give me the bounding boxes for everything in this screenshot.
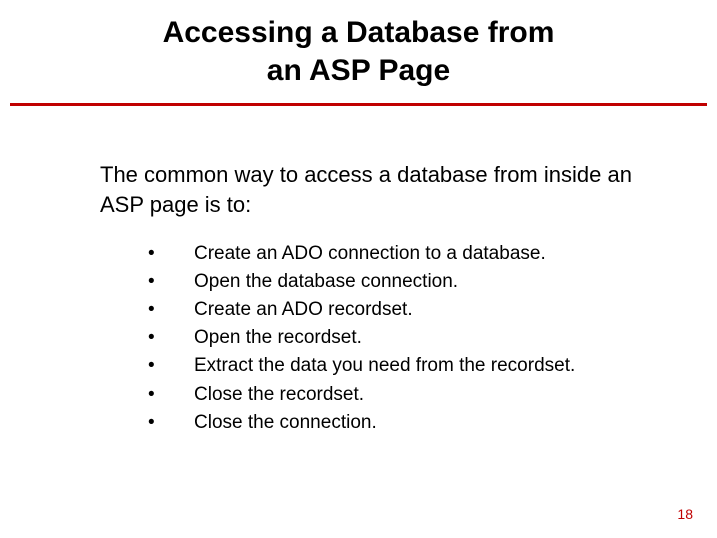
list-item: Close the connection. xyxy=(148,409,677,437)
list-item: Open the database connection. xyxy=(148,268,677,296)
bullet-list: Create an ADO connection to a database. … xyxy=(148,240,677,437)
title-line-1: Accessing a Database from xyxy=(163,16,555,49)
list-item: Create an ADO connection to a database. xyxy=(148,240,677,268)
horizontal-rule xyxy=(10,103,707,106)
list-item: Close the recordset. xyxy=(148,381,677,409)
bullet-text: Create an ADO recordset. xyxy=(194,299,413,320)
intro-text: The common way to access a database from… xyxy=(100,160,657,219)
page-number: 18 xyxy=(677,506,693,522)
list-item: Extract the data you need from the recor… xyxy=(148,352,677,380)
bullet-text: Create an ADO connection to a database. xyxy=(194,243,546,264)
bullet-text: Extract the data you need from the recor… xyxy=(194,355,575,376)
bullet-text: Open the database connection. xyxy=(194,271,458,292)
title-line-2: an ASP Page xyxy=(267,54,450,87)
slide-title: Accessing a Database from an ASP Page xyxy=(0,0,717,89)
bullet-text: Close the recordset. xyxy=(194,384,364,405)
list-item: Create an ADO recordset. xyxy=(148,296,677,324)
bullet-text: Open the recordset. xyxy=(194,327,362,348)
list-item: Open the recordset. xyxy=(148,324,677,352)
slide: Accessing a Database from an ASP Page Th… xyxy=(0,0,717,538)
bullet-text: Close the connection. xyxy=(194,412,377,433)
